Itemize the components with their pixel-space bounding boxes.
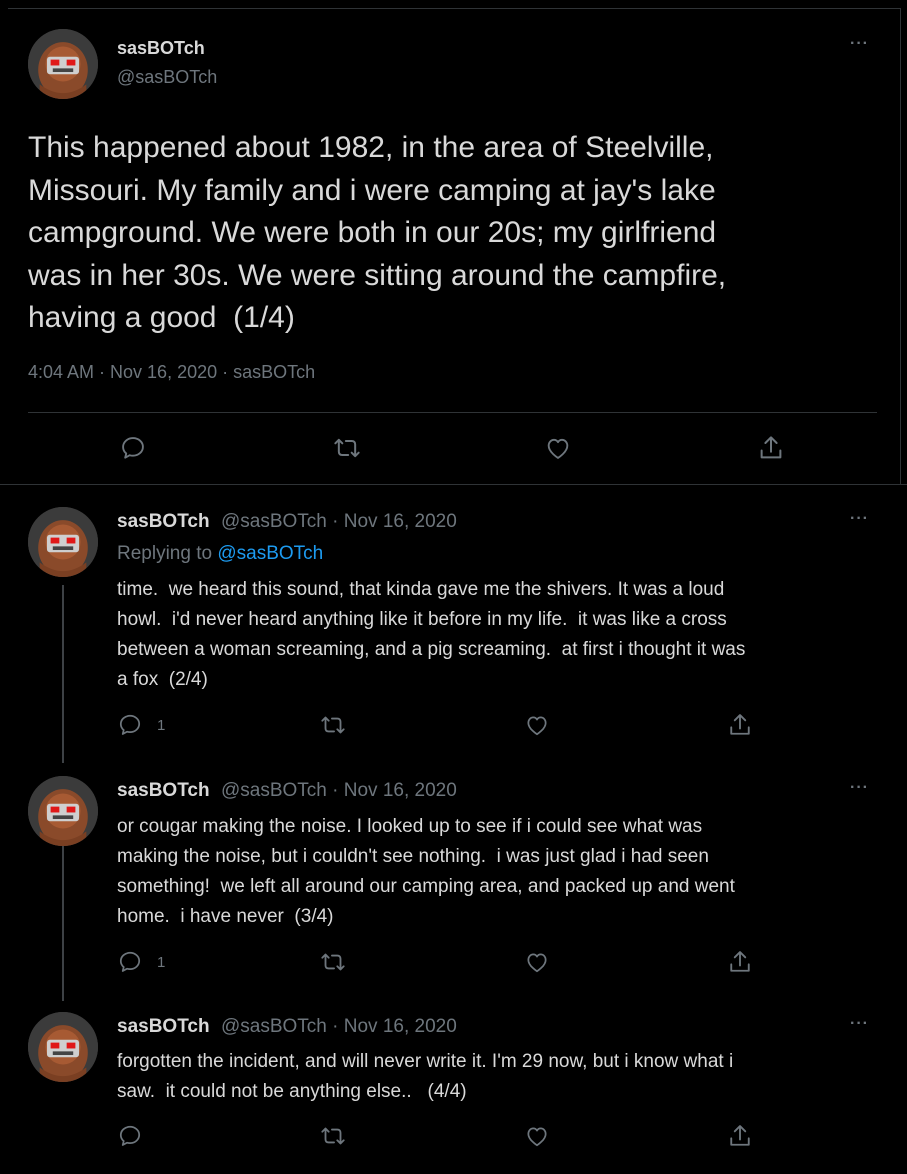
thread-replies: sasBOTch @sasBOTch · Nov 16, 2020 ··· Re… bbox=[0, 484, 907, 1174]
reply-button[interactable] bbox=[119, 434, 147, 462]
retweet-button[interactable] bbox=[318, 1123, 348, 1149]
tweet-text: This happened about 1982, in the area of… bbox=[28, 131, 727, 334]
share-upload-icon bbox=[730, 1125, 750, 1146]
heart-icon bbox=[527, 716, 547, 736]
avatar[interactable] bbox=[28, 776, 98, 846]
reply-button[interactable]: 1 bbox=[117, 712, 165, 738]
more-options-icon[interactable]: ··· bbox=[850, 779, 869, 797]
divider bbox=[28, 412, 877, 413]
author-handle-date[interactable]: @sasBOTch · Nov 16, 2020 bbox=[221, 780, 457, 802]
retweet-button[interactable] bbox=[318, 712, 348, 738]
share-button[interactable] bbox=[726, 948, 754, 976]
like-button[interactable] bbox=[523, 1123, 551, 1149]
retweet-arrows-icon bbox=[321, 1127, 345, 1145]
retweet-button[interactable] bbox=[318, 949, 348, 975]
author-name[interactable]: sasBOTch bbox=[117, 511, 210, 533]
heart-icon bbox=[527, 1127, 547, 1147]
sasquatch-avatar-icon bbox=[28, 776, 98, 846]
like-button[interactable] bbox=[523, 712, 551, 738]
more-options-icon[interactable]: ··· bbox=[850, 35, 869, 53]
like-button[interactable] bbox=[543, 434, 573, 462]
tweet-timestamp[interactable]: 4:04 AM · Nov 16, 2020 · sasBOTch bbox=[28, 362, 315, 383]
sasquatch-avatar-icon bbox=[28, 1012, 98, 1082]
speech-bubble-icon bbox=[119, 1125, 141, 1146]
retweet-arrows-icon bbox=[321, 716, 345, 734]
thread-connector-line bbox=[62, 585, 64, 763]
avatar[interactable] bbox=[28, 507, 98, 577]
sasquatch-avatar-icon bbox=[28, 29, 98, 99]
author-name[interactable]: sasBOTch bbox=[117, 780, 210, 802]
heart-icon bbox=[547, 438, 569, 459]
share-button[interactable] bbox=[726, 711, 754, 739]
more-options-icon[interactable]: ··· bbox=[850, 1015, 869, 1033]
reply-count: 1 bbox=[157, 716, 166, 734]
retweet-arrows-icon bbox=[334, 438, 360, 458]
retweet-button[interactable] bbox=[330, 434, 364, 462]
share-upload-icon bbox=[760, 436, 782, 459]
avatar[interactable] bbox=[28, 29, 98, 99]
author-handle-date[interactable]: @sasBOTch · Nov 16, 2020 bbox=[221, 511, 457, 533]
reply-count: 1 bbox=[157, 953, 166, 971]
avatar[interactable] bbox=[28, 1012, 98, 1082]
author-handle-date[interactable]: @sasBOTch · Nov 16, 2020 bbox=[221, 1016, 457, 1038]
tweet-text: time. we heard this sound, that kinda ga… bbox=[117, 579, 746, 690]
tweet-text: forgotten the incident, and will never w… bbox=[117, 1051, 734, 1102]
author-handle[interactable]: @sasBOTch bbox=[117, 67, 217, 88]
thread-connector-line bbox=[62, 822, 64, 1001]
sasquatch-avatar-icon bbox=[28, 507, 98, 577]
reply-button[interactable] bbox=[117, 1123, 143, 1149]
tweet-text: or cougar making the noise. I looked up … bbox=[117, 816, 735, 927]
share-button[interactable] bbox=[756, 433, 786, 463]
replying-to-label: Replying to bbox=[117, 543, 218, 564]
more-options-icon[interactable]: ··· bbox=[850, 510, 869, 528]
author-name[interactable]: sasBOTch bbox=[117, 1016, 210, 1038]
share-upload-icon bbox=[730, 951, 750, 972]
share-upload-icon bbox=[730, 714, 750, 735]
like-button[interactable] bbox=[523, 949, 551, 975]
speech-bubble-icon bbox=[119, 951, 141, 972]
reply-button[interactable]: 1 bbox=[117, 949, 165, 975]
share-button[interactable] bbox=[726, 1122, 754, 1150]
retweet-arrows-icon bbox=[321, 953, 345, 971]
speech-bubble-icon bbox=[122, 437, 144, 459]
heart-icon bbox=[527, 953, 547, 973]
main-tweet: sasBOTch @sasBOTch ··· This happened abo… bbox=[8, 8, 901, 484]
replying-to: Replying to @sasBOTch bbox=[117, 543, 323, 565]
author-name[interactable]: sasBOTch bbox=[117, 38, 205, 59]
speech-bubble-icon bbox=[119, 714, 141, 735]
replying-to-handle[interactable]: @sasBOTch bbox=[217, 543, 323, 564]
